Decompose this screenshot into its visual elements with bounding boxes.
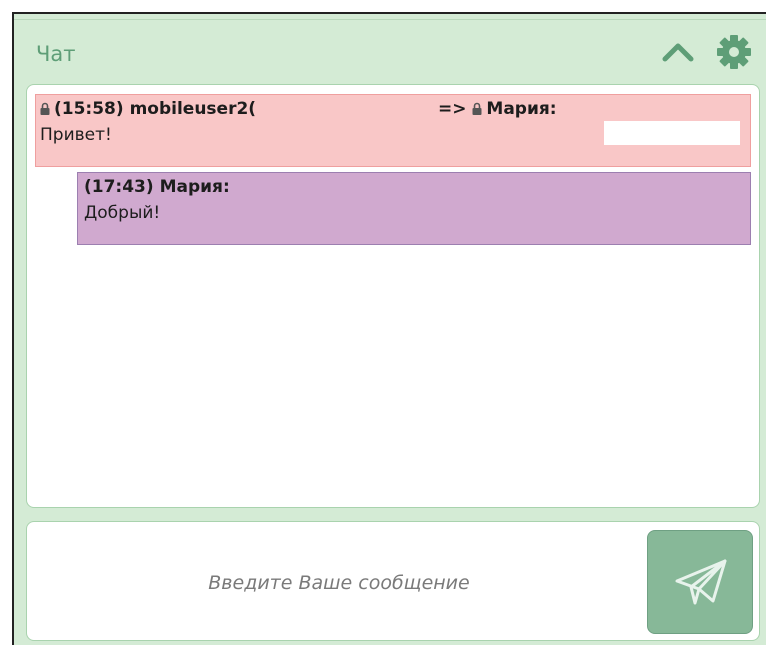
message-text: Добрый! xyxy=(84,203,161,223)
lock-icon xyxy=(472,102,482,115)
redacted-area xyxy=(604,121,740,145)
message-recipient: Мария: xyxy=(486,99,557,119)
message-arrow: => xyxy=(438,99,467,119)
message-time: (15:58) xyxy=(54,99,124,119)
paper-plane-icon xyxy=(675,559,727,605)
message-list[interactable]: (15:58) mobileuser2( => Мария: Привет! (… xyxy=(26,84,760,508)
lock-icon xyxy=(40,102,50,115)
message-time: (17:43) xyxy=(84,177,154,197)
chevron-up-icon[interactable] xyxy=(660,36,696,66)
message-sender: Мария: xyxy=(159,177,230,197)
chat-title: Чат xyxy=(36,42,76,66)
message-item: (17:43) Мария: Добрый! xyxy=(77,172,751,245)
message-header: (17:43) Мария: xyxy=(84,177,746,201)
message-input[interactable] xyxy=(37,552,641,614)
message-item: (15:58) mobileuser2( => Мария: Привет! xyxy=(35,94,751,167)
top-divider xyxy=(14,14,766,20)
message-header: (15:58) mobileuser2( => Мария: xyxy=(40,99,746,123)
message-sender: mobileuser2( xyxy=(129,99,257,119)
message-composer xyxy=(26,521,760,641)
send-button[interactable] xyxy=(647,530,753,634)
gear-icon[interactable] xyxy=(716,34,752,70)
